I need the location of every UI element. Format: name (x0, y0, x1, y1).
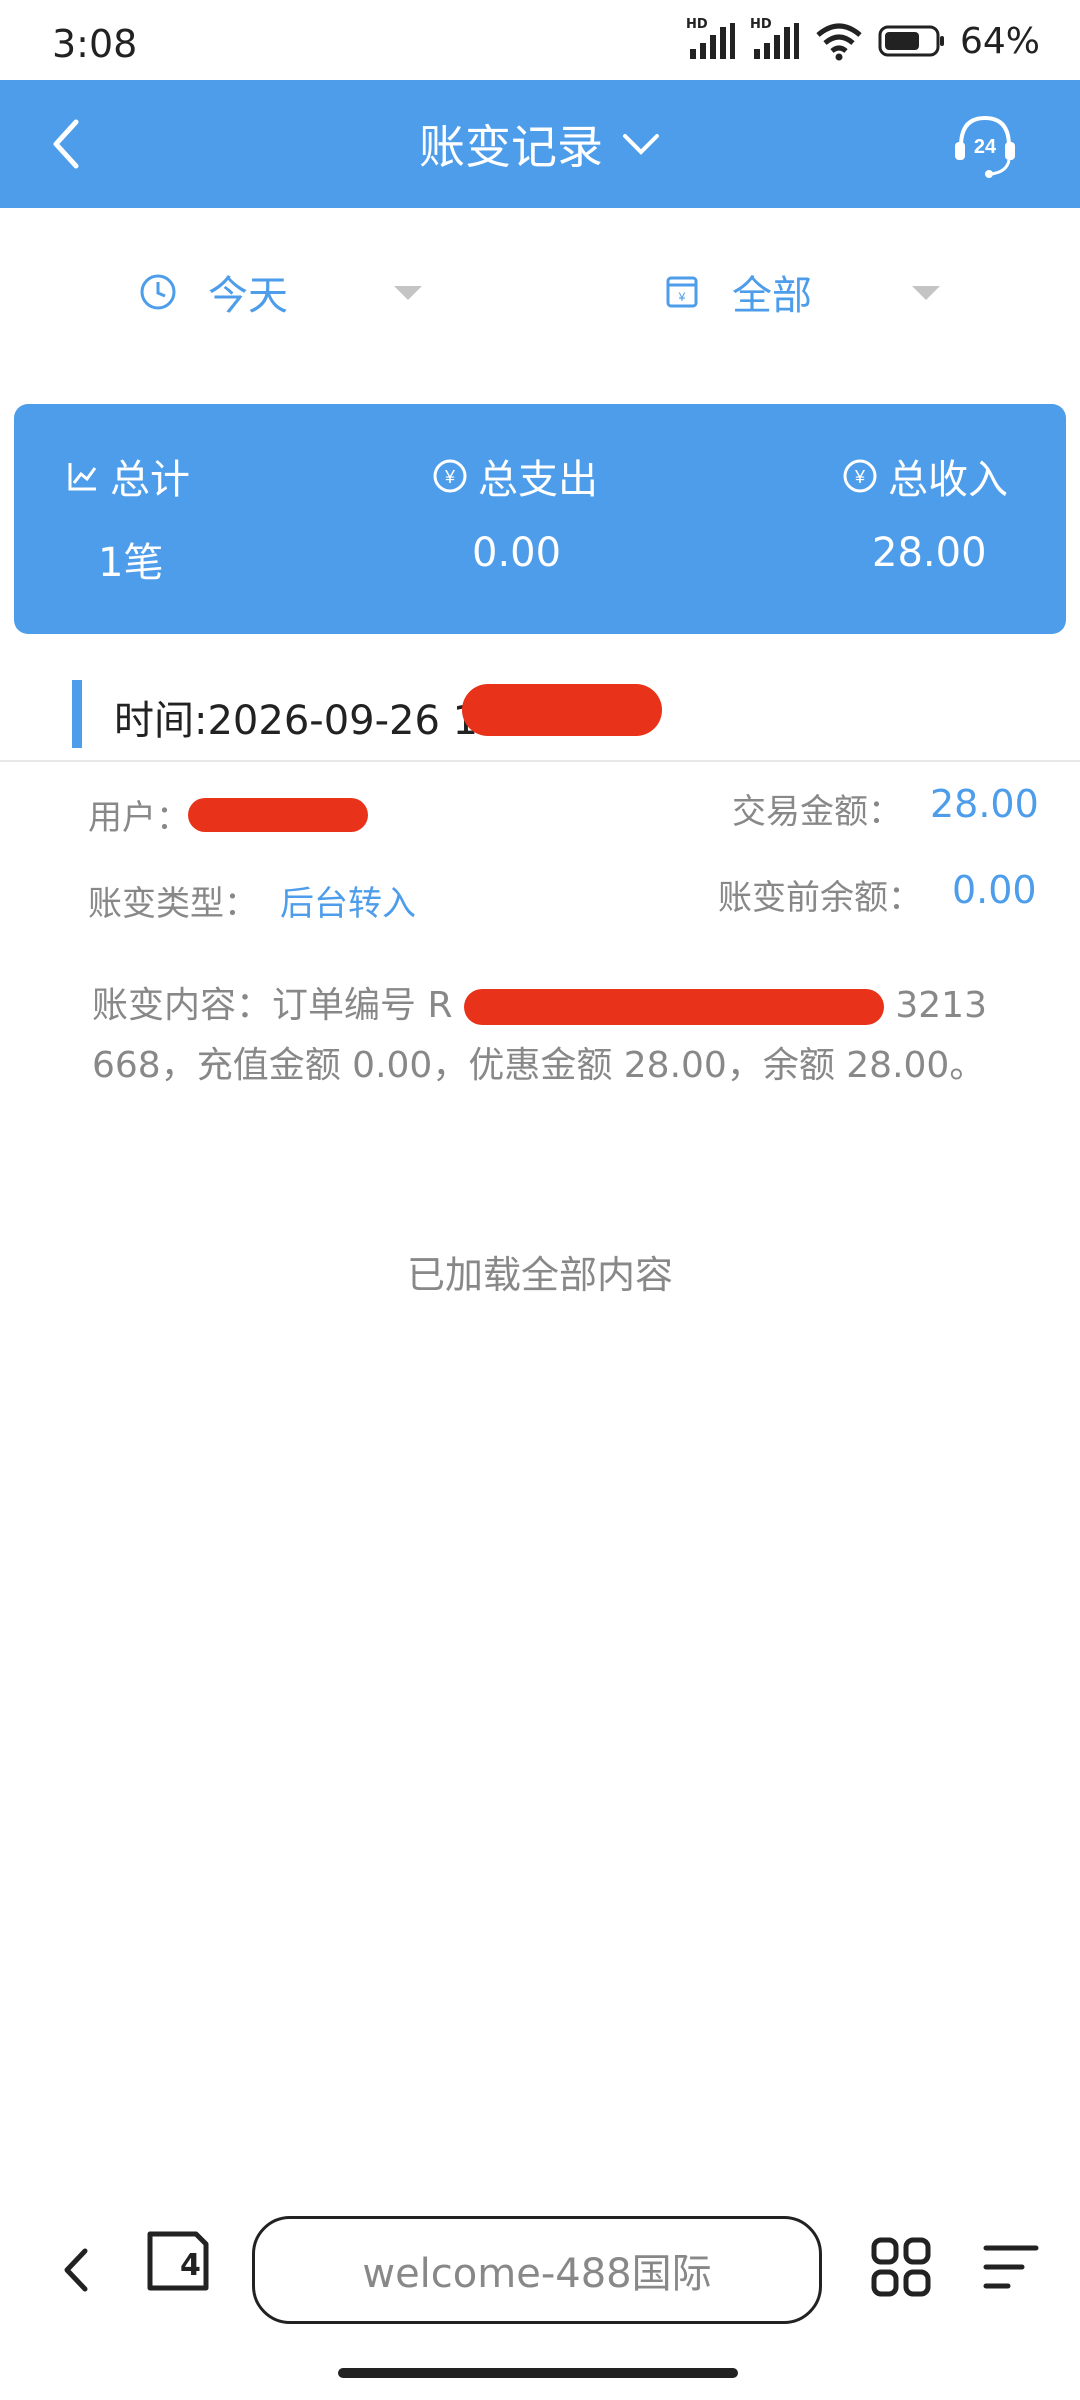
record-time: 时间:2026-09-26 1 (114, 698, 479, 744)
redaction-mark (188, 798, 368, 832)
user-label: 用户： (88, 798, 190, 838)
list-end-text: 已加载全部内容 (406, 1253, 673, 1297)
page-title: 账变记录 (419, 120, 603, 174)
calendar-icon: ¥ (666, 276, 698, 308)
balance-before-value: 0.00 (952, 868, 1037, 912)
amount-value: 28.00 (930, 782, 1039, 826)
tabs-count: 4 (180, 2248, 201, 2283)
svg-text:24: 24 (974, 136, 997, 158)
income-label: 总收入 (888, 457, 1008, 503)
content-rest: 68，充值金额 0.00，优惠金额 28.00，余额 28.00。 (114, 1045, 986, 1086)
app-header: 账变记录 24 (0, 80, 1080, 208)
address-text: welcome-488国际 (362, 2251, 712, 2297)
type-label: 账变类型： (88, 884, 258, 924)
total-header: 总计 (66, 448, 190, 504)
yuan-circle-icon: ¥ (433, 459, 467, 493)
redaction-mark (463, 989, 884, 1025)
total-value: 1笔 (98, 540, 164, 586)
yuan-circle-icon: ¥ (843, 459, 877, 493)
record-content: 账变内容：订单编号 R 3213668，充值金额 0.00，优惠金额 28.00… (92, 976, 1002, 1096)
type-filter-label: 全部 (732, 273, 812, 319)
accent-bar (72, 680, 82, 748)
caret-down-icon (394, 286, 422, 300)
status-icons: HD HD 64% (686, 17, 1040, 64)
summary-card: 总计 ¥ 总支出 ¥ 总收入 1笔 0.00 28.00 (14, 404, 1066, 634)
home-indicator[interactable] (338, 2368, 738, 2378)
expense-label: 总支出 (478, 457, 598, 503)
browser-back-button[interactable] (44, 2234, 108, 2306)
headset-24-icon: 24 (955, 115, 1015, 178)
wifi-icon (816, 23, 862, 61)
cellular-signal-icon: HD (686, 17, 736, 61)
browser-toolbar: 4 welcome-488国际 (0, 2190, 1080, 2360)
title-dropdown[interactable]: 账变记录 (390, 110, 690, 178)
record-header: 时间:2026-09-26 1 (0, 668, 1080, 762)
menu-icon (983, 2245, 1039, 2289)
type-filter[interactable]: ¥ 全部 (662, 250, 962, 334)
tabs-button[interactable]: 4 (144, 2226, 210, 2298)
balance-before-label: 账变前余额： (718, 878, 922, 918)
total-label: 总计 (110, 457, 190, 503)
customer-service-button[interactable]: 24 (942, 106, 1028, 182)
status-time: 3:08 (52, 22, 138, 66)
svg-text:¥: ¥ (444, 467, 456, 487)
status-bar: 3:08 HD HD 64% (0, 0, 1080, 80)
chevron-left-icon (53, 119, 79, 169)
income-header: ¥ 总收入 (842, 448, 1008, 504)
address-bar[interactable]: welcome-488国际 (252, 2216, 822, 2324)
svg-text:¥: ¥ (854, 467, 866, 487)
clock-icon (140, 274, 176, 310)
chevron-down-icon (623, 134, 659, 155)
grid-icon (871, 2237, 931, 2297)
date-filter[interactable]: 今天 (138, 250, 438, 334)
type-value: 后台转入 (280, 884, 416, 924)
svg-text:¥: ¥ (678, 290, 686, 304)
chevron-left-icon (64, 2248, 88, 2292)
income-value: 28.00 (872, 530, 987, 576)
line-chart-icon (68, 463, 97, 491)
caret-down-icon (912, 286, 940, 300)
apps-button[interactable] (870, 2236, 932, 2298)
cellular-signal-icon-2: HD (750, 17, 800, 61)
expense-value: 0.00 (472, 530, 562, 576)
battery-icon (878, 25, 944, 57)
redaction-mark (462, 684, 662, 736)
expense-header: ¥ 总支出 (432, 448, 598, 504)
back-button[interactable] (26, 102, 106, 186)
battery-percentage: 64% (959, 20, 1040, 62)
amount-label: 交易金额： (732, 792, 902, 832)
date-filter-label: 今天 (208, 273, 288, 319)
menu-button[interactable] (982, 2238, 1040, 2296)
content-start: 账变内容：订单编号 R (92, 985, 453, 1026)
